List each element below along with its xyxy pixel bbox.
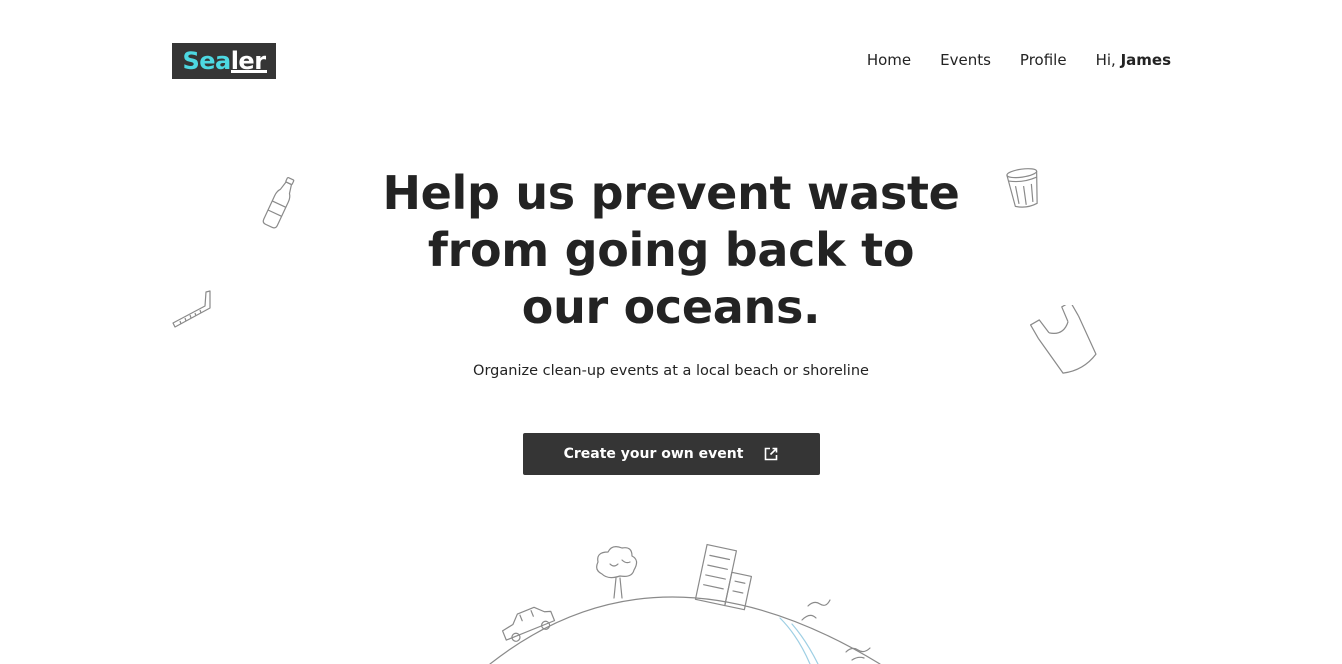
cup-icon	[1006, 168, 1038, 208]
hero-title-line-3: our oceans.	[521, 280, 821, 334]
nav-events-link[interactable]: Events	[940, 51, 991, 69]
hero-title-line-2: from going back to	[427, 223, 915, 277]
hero-title: Help us prevent waste from going back to…	[371, 165, 971, 336]
greeting-prefix: Hi,	[1095, 51, 1116, 69]
logo[interactable]: Sea ler	[172, 43, 276, 79]
create-event-button[interactable]: Create your own event	[523, 433, 820, 475]
logo-text-accent: Sea	[182, 47, 231, 75]
external-link-icon	[763, 446, 779, 462]
globe-illustration	[489, 543, 881, 664]
create-event-button-label: Create your own event	[563, 446, 744, 462]
bottle-icon	[262, 176, 295, 229]
straw-icon	[172, 290, 211, 328]
hero-title-line-1: Help us prevent waste	[382, 166, 960, 220]
user-greeting-link[interactable]: Hi, James	[1096, 51, 1171, 69]
nav-profile-link[interactable]: Profile	[1020, 51, 1067, 69]
logo-text-underlined: ler	[230, 47, 267, 75]
user-name: James	[1120, 51, 1171, 69]
nav-home-link[interactable]: Home	[867, 51, 911, 69]
hero-subtitle: Organize clean-up events at a local beac…	[473, 363, 869, 379]
plastic-bag-icon	[1030, 305, 1097, 374]
main-nav: Home Events Profile Hi, James	[867, 51, 1171, 69]
